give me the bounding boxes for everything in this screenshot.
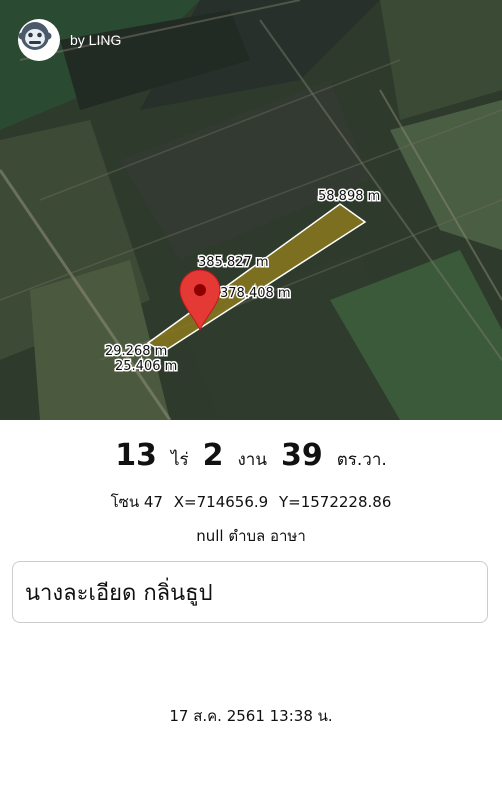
location-text: null ตำบล อาษา <box>196 527 306 545</box>
brand-text: by LING <box>70 32 122 48</box>
utm-zone: โซน 47 <box>110 493 163 511</box>
coordinates: โซน 47 X=714656.9 Y=1572228.86 <box>0 490 502 514</box>
y-coordinate: Y=1572228.86 <box>278 493 392 511</box>
measurement-long-top: 385.827 m <box>198 255 269 270</box>
ngan-unit: งาน <box>237 450 267 470</box>
monkey-icon <box>18 19 60 61</box>
wa-unit: ตร.วา. <box>336 450 387 470</box>
area-summary: 13 ไร่ 2 งาน 39 ตร.วา. <box>0 438 502 473</box>
measurement-left-upper: 29.268 m <box>105 344 167 359</box>
measurement-long-bottom: 378.408 m <box>220 286 291 301</box>
x-coordinate: X=714656.9 <box>173 493 269 511</box>
ngan-value: 2 <box>202 438 224 473</box>
wa-value: 39 <box>280 438 323 473</box>
map-canvas: 58.898 m 385.827 m 378.408 m 29.268 m 25… <box>0 0 502 420</box>
brand: by LING <box>18 19 121 61</box>
owner-name: นางละเอียด กลิ่นธูป <box>25 580 213 606</box>
satellite-map[interactable]: 58.898 m 385.827 m 378.408 m 29.268 m 25… <box>0 0 502 420</box>
rai-value: 13 <box>115 438 157 473</box>
owner-field[interactable]: นางละเอียด กลิ่นธูป <box>12 561 488 623</box>
timestamp: 17 ส.ค. 2561 13:38 น. <box>169 707 333 725</box>
rai-unit: ไร่ <box>170 450 189 470</box>
measurement-left-lower: 25.406 m <box>115 359 177 374</box>
measurement-top: 58.898 m <box>318 189 380 204</box>
